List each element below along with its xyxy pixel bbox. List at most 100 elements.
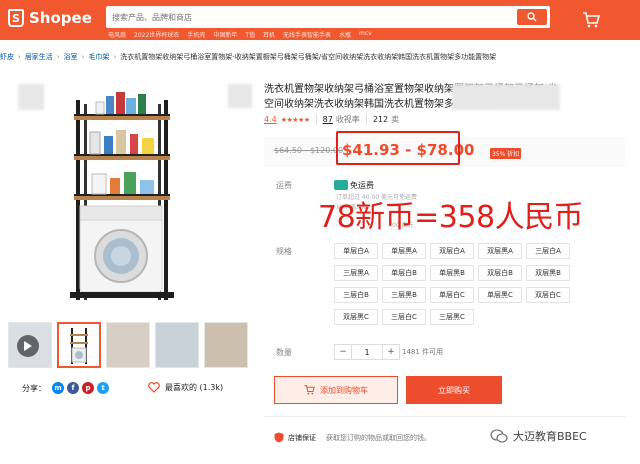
variant-option[interactable]: 单层白B — [382, 265, 426, 281]
hotword-link[interactable]: 电风扇 — [108, 30, 126, 39]
add-to-cart-button[interactable]: 添加到购物车 — [274, 376, 398, 404]
heart-icon — [148, 382, 160, 393]
breadcrumb-link[interactable]: 居家生活 — [25, 52, 53, 62]
sold-label: 卖 — [391, 115, 400, 124]
price-annotation: 78新币=358人民币 — [318, 200, 584, 235]
hotword-link[interactable]: 中国新年 — [213, 30, 237, 39]
messenger-icon[interactable]: m — [52, 382, 64, 394]
search-box — [106, 6, 550, 28]
review-count[interactable]: 87 — [323, 115, 333, 124]
like-row[interactable]: 最喜欢的 (1.3k) — [148, 382, 223, 393]
stock-available: 1481 件可用 — [402, 348, 444, 356]
product-main-image[interactable] — [18, 80, 254, 310]
add-to-cart-label: 添加到购物车 — [320, 385, 368, 395]
breadcrumb-current: 洗衣机置物架收纳架弓桶浴室置物架-收纳架置橱架弓桶架弓桶架/省空间收纳架洗衣收纳… — [120, 53, 497, 61]
hotword-link[interactable]: 2022世界杯球衣 — [134, 30, 179, 39]
blurred-watermark — [228, 84, 252, 108]
variant-option[interactable]: 三层黑C — [430, 309, 474, 325]
hotword-link[interactable]: T恤 — [245, 30, 255, 39]
hotwords: 电风扇 2022世界杯球衣 手机壳 中国新年 T恤 耳机 无线手表智能手表 水瓶… — [108, 30, 372, 39]
review-label: 收视率 — [335, 115, 360, 124]
product-thumbnail[interactable] — [204, 322, 248, 368]
twitter-icon[interactable]: t — [97, 382, 109, 394]
variant-option[interactable]: 双层黑C — [334, 309, 378, 325]
variant-option[interactable]: 双层黑A — [478, 243, 522, 259]
price-highlight-box — [336, 131, 460, 165]
pinterest-icon[interactable]: p — [82, 382, 94, 394]
hotword-link[interactable]: 耳机 — [263, 30, 275, 39]
hotword-link[interactable]: 手机壳 — [187, 30, 205, 39]
rating-row: 4.4 ★★★★★ 87 收视率 212 卖 — [264, 114, 399, 125]
shipping-row-label: 运费 — [276, 181, 292, 190]
shop-guarantee: 店铺保证 获取您订购的物品或取回您的钱。 — [274, 432, 431, 443]
top-header: S Shopee 电风扇 2022世界杯球衣 手机壳 中国新年 T恤 耳机 无线… — [0, 0, 640, 40]
variant-option[interactable]: 单层白A — [334, 243, 378, 259]
variant-option[interactable]: 双层黑B — [526, 265, 570, 281]
variant-option[interactable]: 单层黑C — [478, 287, 522, 303]
quantity-decrease-button[interactable]: − — [334, 344, 352, 360]
share-label: 分享： — [22, 383, 46, 393]
variant-option[interactable]: 单层黑B — [430, 265, 474, 281]
product-thumbnail[interactable] — [57, 322, 101, 368]
blurred-watermark — [18, 84, 44, 110]
variant-option[interactable]: 单层黑A — [382, 243, 426, 259]
guarantee-text: 获取您订购的物品或取回您的钱。 — [326, 433, 431, 442]
hotword-link[interactable]: mcv — [359, 30, 372, 39]
rating-value[interactable]: 4.4 — [264, 115, 277, 124]
breadcrumb-separator: › — [56, 53, 60, 61]
watermark: 大迈教育BBEC — [490, 428, 587, 444]
breadcrumb-separator: › — [81, 53, 85, 61]
breadcrumb-link[interactable]: 虾皮 — [0, 52, 14, 62]
search-input[interactable] — [106, 6, 516, 28]
variant-option[interactable]: 三层黑B — [382, 287, 426, 303]
discount-badge: 35% 折扣 — [490, 148, 522, 159]
hotword-link[interactable]: 无线手表智能手表 — [283, 30, 331, 39]
search-icon — [527, 12, 537, 22]
variant-option[interactable]: 三层白C — [382, 309, 426, 325]
like-count: 最喜欢的 (1.3k) — [165, 383, 224, 392]
hotword-link[interactable]: 水瓶 — [339, 30, 351, 39]
variant-option[interactable]: 三层黑A — [334, 265, 378, 281]
variant-option[interactable]: 三层白B — [334, 287, 378, 303]
variant-option[interactable]: 三层白A — [526, 243, 570, 259]
product-thumbnail[interactable] — [106, 322, 150, 368]
variant-option[interactable]: 双层白A — [430, 243, 474, 259]
quantity-stepper: − 1 + — [334, 344, 400, 360]
breadcrumb-link[interactable]: 毛巾架 — [88, 52, 109, 62]
quantity-increase-button[interactable]: + — [382, 344, 400, 360]
logo-text: Shopee — [29, 9, 92, 27]
breadcrumb: 虾皮 › 居家生活 › 浴室 › 毛巾架 › 洗衣机置物架收纳架弓桶浴室置物架-… — [0, 50, 640, 64]
thumbnail-strip — [8, 322, 248, 368]
quantity-row-label: 数量 — [276, 348, 292, 357]
video-thumbnail[interactable] — [8, 322, 52, 368]
sold-count: 212 — [372, 115, 389, 124]
free-shipping-label: 免运费 — [350, 181, 374, 190]
cart-icon[interactable] — [582, 12, 600, 28]
product-thumbnail[interactable] — [155, 322, 199, 368]
variant-option[interactable]: 双层白B — [478, 265, 522, 281]
divider — [365, 114, 367, 125]
play-icon — [17, 335, 39, 357]
breadcrumb-link[interactable]: 浴室 — [64, 52, 78, 62]
divider — [315, 114, 317, 125]
variant-option[interactable]: 单层白C — [430, 287, 474, 303]
watermark-text: 大迈教育BBEC — [513, 430, 587, 443]
facebook-icon[interactable]: f — [67, 382, 79, 394]
share-row: 分享： m f p t — [22, 382, 109, 394]
search-button[interactable] — [517, 9, 547, 25]
free-shipping-icon — [334, 180, 348, 190]
variant-option[interactable]: 双层白C — [526, 287, 570, 303]
quantity-input[interactable]: 1 — [352, 344, 382, 360]
original-price: $64.50 - $120.00 — [274, 146, 344, 155]
shelf-illustration — [70, 92, 174, 300]
blurred-region — [452, 84, 560, 110]
variant-row-label: 规格 — [276, 247, 292, 256]
shopping-bag-icon: S — [8, 9, 24, 27]
wechat-icon — [490, 429, 508, 443]
buy-now-button[interactable]: 立即购买 — [406, 376, 502, 404]
guarantee-label: 店铺保证 — [288, 433, 316, 442]
shield-icon — [274, 432, 284, 443]
cart-plus-icon — [304, 385, 315, 395]
shopee-logo[interactable]: S Shopee — [8, 9, 92, 27]
breadcrumb-separator: › — [113, 53, 117, 61]
